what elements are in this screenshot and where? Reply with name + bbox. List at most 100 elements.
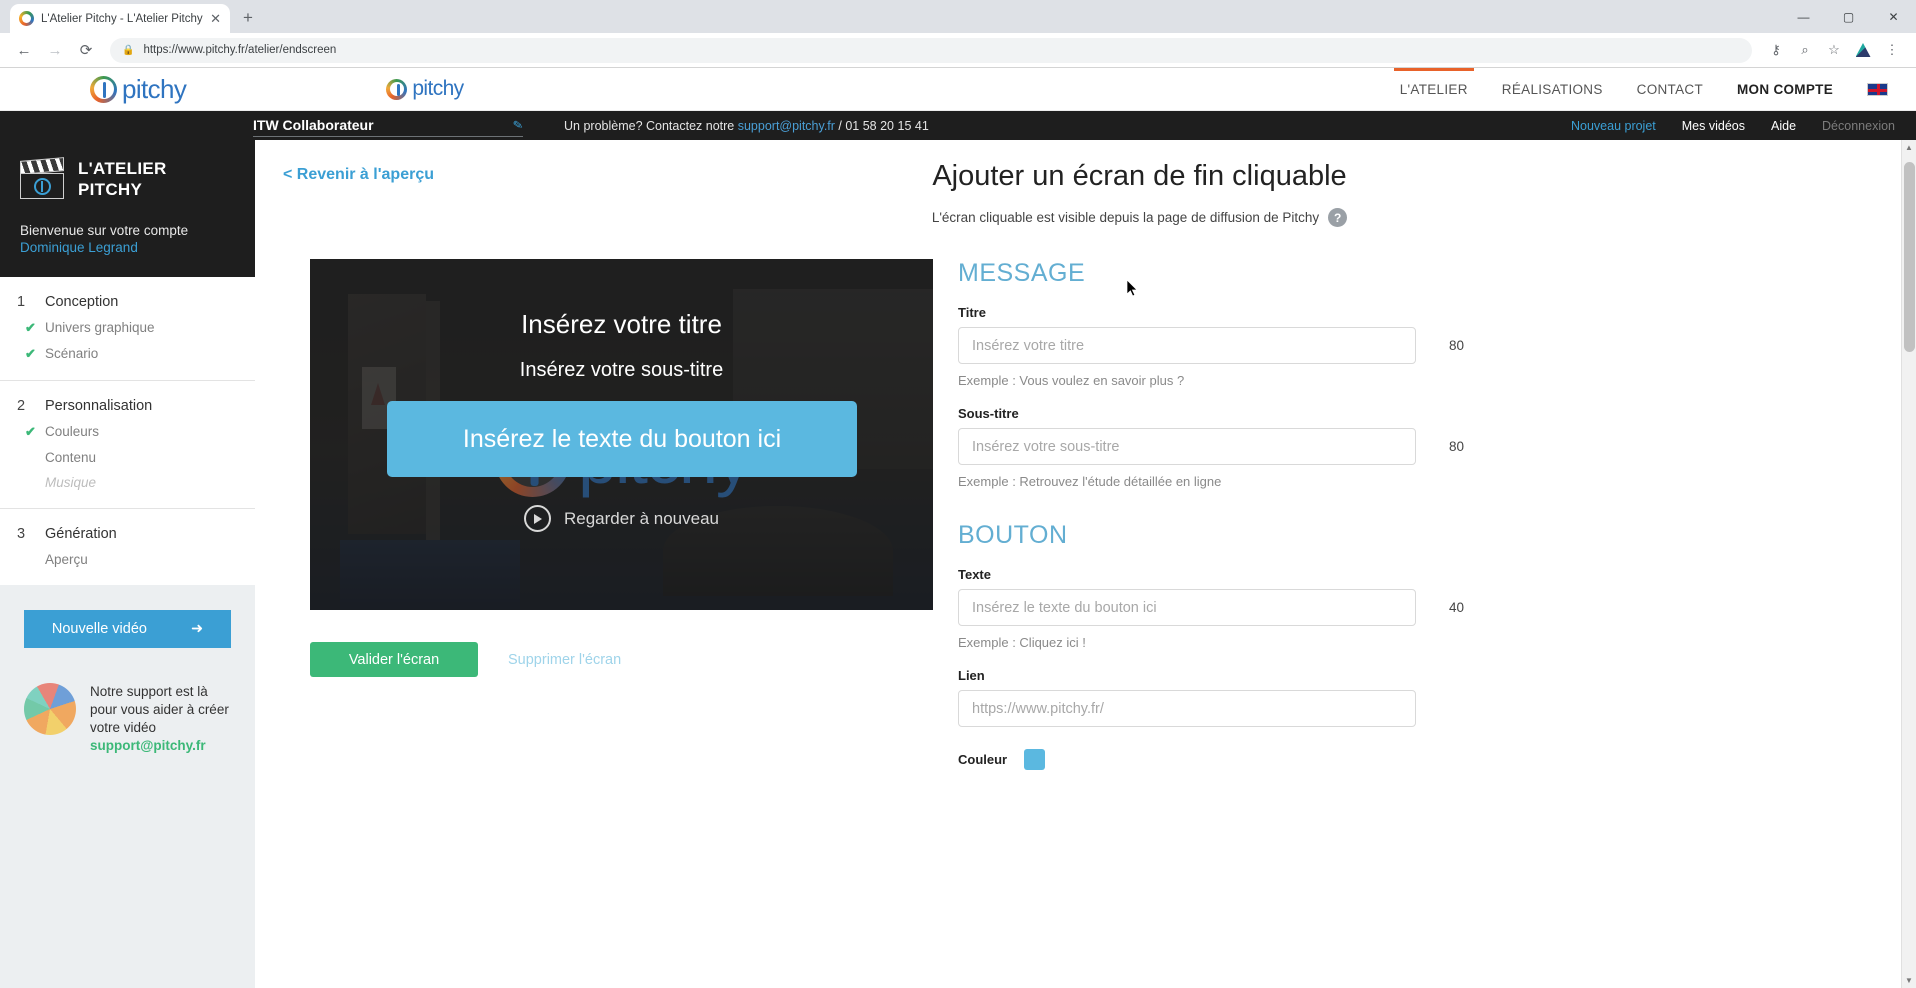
window-close-icon[interactable]: ✕	[1871, 0, 1916, 33]
minimize-icon[interactable]: —	[1781, 0, 1826, 33]
project-toolbar: ITW Collaborateur ✎ Un problème? Contact…	[0, 111, 1916, 140]
content-columns: pitchy Insérez votre titre Insérez votre…	[283, 259, 1876, 770]
close-icon[interactable]: ✕	[210, 12, 221, 25]
browser-toolbar: ← → ⟳ 🔒 https://www.pitchy.fr/atelier/en…	[0, 33, 1916, 68]
nav-nouveau-projet[interactable]: Nouveau projet	[1571, 119, 1656, 133]
hint-sous-titre: Exemple : Retrouvez l'étude détaillée en…	[958, 474, 1222, 489]
favicon-icon	[19, 11, 34, 26]
nav-item-realisations[interactable]: RÉALISATIONS	[1502, 68, 1603, 111]
sidebar-item-label: Musique	[45, 474, 97, 490]
support-text-wrap: Notre support est là pour vous aider à c…	[90, 683, 231, 756]
project-name-field[interactable]: ITW Collaborateur ✎	[253, 115, 524, 137]
main-content: < Revenir à l'aperçu Ajouter un écran de…	[255, 68, 1916, 988]
sidebar-item-contenu[interactable]: Contenu	[0, 445, 255, 470]
color-swatch[interactable]	[1024, 749, 1046, 770]
help-icon[interactable]: ?	[1328, 208, 1348, 227]
sidebar-item-label: Contenu	[45, 449, 97, 465]
sidebar-item-apercu[interactable]: Aperçu	[0, 547, 255, 572]
brand-line-1: L'ATELIER	[78, 159, 167, 178]
field-sous-titre: Sous-titre 80 Exemple : Retrouvez l'étud…	[958, 406, 1876, 489]
page-title: Ajouter un écran de fin cliquable	[932, 160, 1347, 192]
tab-title: L'Atelier Pitchy - L'Atelier Pitchy	[41, 12, 203, 25]
sidebar-header: L'ATELIER PITCHY Bienvenue sur votre com…	[0, 140, 255, 277]
address-bar[interactable]: 🔒 https://www.pitchy.fr/atelier/endscree…	[110, 37, 1752, 63]
scroll-up-icon[interactable]: ▲	[1902, 143, 1916, 152]
pitchy-logo-icon-secondary	[386, 78, 408, 100]
nav-mes-videos[interactable]: Mes vidéos	[1682, 119, 1745, 133]
reload-icon[interactable]: ⟳	[73, 37, 99, 63]
pitchy-logo-text: pitchy	[122, 73, 187, 104]
project-name-text: ITW Collaborateur	[253, 117, 374, 133]
new-video-button[interactable]: Nouvelle vidéo ➜	[24, 609, 231, 648]
browser-tab[interactable]: L'Atelier Pitchy - L'Atelier Pitchy ✕	[10, 4, 230, 33]
step-header-3: 3 Génération	[0, 521, 255, 547]
menu-icon[interactable]: ⋮	[1879, 37, 1905, 63]
sidebar-steps: 1 Conception ✔ Univers graphique ✔ Scéna…	[0, 276, 255, 585]
arrow-right-icon: ➜	[190, 620, 204, 637]
bookmark-icon[interactable]: ☆	[1821, 37, 1847, 63]
window-controls: — ▢ ✕	[1781, 0, 1916, 33]
replay-control[interactable]: Regarder à nouveau	[310, 505, 933, 532]
support-email-link[interactable]: support@pitchy.fr	[738, 119, 835, 133]
sous-titre-input[interactable]	[958, 428, 1416, 465]
sidebar-user-name[interactable]: Dominique Legrand	[0, 238, 255, 255]
check-icon: ✔	[25, 319, 36, 335]
step-number-3: 3	[17, 525, 26, 542]
language-flag-icon[interactable]	[1867, 82, 1888, 96]
vertical-scrollbar[interactable]: ▲ ▼	[1901, 140, 1916, 988]
texte-input[interactable]	[958, 589, 1416, 626]
support-text: Notre support est là pour vous aider à c…	[90, 683, 229, 735]
support-phone: / 01 58 20 15 41	[834, 118, 929, 133]
sidebar-item-scenario[interactable]: ✔ Scénario	[0, 341, 255, 367]
step-group-generation: 3 Génération Aperçu	[0, 509, 255, 585]
nav-deconnexion[interactable]: Déconnexion	[1822, 119, 1895, 133]
pitchy-logo[interactable]: pitchy	[90, 73, 187, 105]
action-buttons: Valider l'écran Supprimer l'écran	[310, 642, 908, 677]
sidebar-item-univers-graphique[interactable]: ✔ Univers graphique	[0, 315, 255, 341]
titre-input[interactable]	[958, 327, 1416, 364]
page-root: pitchy pitchy L'ATELIER RÉALISATIONS CON…	[0, 67, 1916, 988]
preview-subtitle-placeholder: Insérez votre sous-titre	[519, 359, 724, 381]
pencil-icon[interactable]: ✎	[512, 117, 524, 133]
label-texte: Texte	[958, 567, 991, 582]
support-email-link[interactable]: support@pitchy.fr	[90, 737, 231, 755]
texte-char-count: 40	[1449, 600, 1465, 615]
lien-input[interactable]	[958, 690, 1416, 727]
sidebar-item-musique[interactable]: Musique	[0, 470, 255, 495]
scrollbar-thumb[interactable]	[1904, 162, 1915, 352]
zoom-icon[interactable]: ⌕	[1792, 37, 1818, 63]
sidebar-item-couleurs[interactable]: ✔ Couleurs	[0, 419, 255, 445]
new-tab-button[interactable]: +	[243, 8, 253, 28]
nav-aide[interactable]: Aide	[1771, 119, 1796, 133]
back-to-preview-link[interactable]: < Revenir à l'aperçu	[283, 166, 434, 184]
support-graphic-icon	[24, 682, 76, 735]
nav-item-atelier[interactable]: L'ATELIER	[1393, 67, 1474, 111]
preview-cta-button[interactable]: Insérez le texte du bouton ici	[387, 401, 857, 477]
maximize-icon[interactable]: ▢	[1826, 0, 1871, 33]
pitchy-logo-text-secondary: pitchy	[412, 77, 464, 100]
pitchy-logo-secondary[interactable]: pitchy	[386, 77, 464, 101]
label-couleur: Couleur	[958, 752, 1008, 767]
extension-avatar-icon[interactable]	[1850, 37, 1876, 63]
scroll-down-icon[interactable]: ▼	[1902, 976, 1916, 985]
page-subtitle: L'écran cliquable est visible depuis la …	[931, 210, 1320, 225]
delete-screen-button[interactable]: Supprimer l'écran	[508, 652, 621, 668]
nav-item-mon-compte[interactable]: MON COMPTE	[1737, 68, 1833, 111]
hint-titre: Exemple : Vous voulez en savoir plus ?	[958, 373, 1185, 388]
step-title-3: Génération	[45, 525, 117, 542]
url-text: https://www.pitchy.fr/atelier/endscreen	[143, 44, 337, 56]
sidebar-item-label: Couleurs	[45, 424, 100, 439]
forward-icon[interactable]: →	[42, 37, 68, 63]
key-icon[interactable]: ⚷	[1763, 37, 1789, 63]
pitchy-logo-icon	[90, 75, 117, 103]
sidebar-footer: Nouvelle vidéo ➜ Notre support est là po…	[0, 584, 255, 988]
top-navigation: L'ATELIER RÉALISATIONS CONTACT MON COMPT…	[1393, 67, 1916, 111]
mouse-cursor-icon	[1127, 280, 1138, 297]
nav-item-contact[interactable]: CONTACT	[1637, 68, 1703, 111]
check-icon: ✔	[25, 423, 36, 439]
back-icon[interactable]: ←	[11, 37, 37, 63]
section-heading-message: MESSAGE	[958, 259, 1086, 287]
sidebar: L'ATELIER PITCHY Bienvenue sur votre com…	[0, 68, 255, 988]
endscreen-preview[interactable]: pitchy Insérez votre titre Insérez votre…	[310, 259, 933, 610]
validate-screen-button[interactable]: Valider l'écran	[310, 642, 478, 677]
